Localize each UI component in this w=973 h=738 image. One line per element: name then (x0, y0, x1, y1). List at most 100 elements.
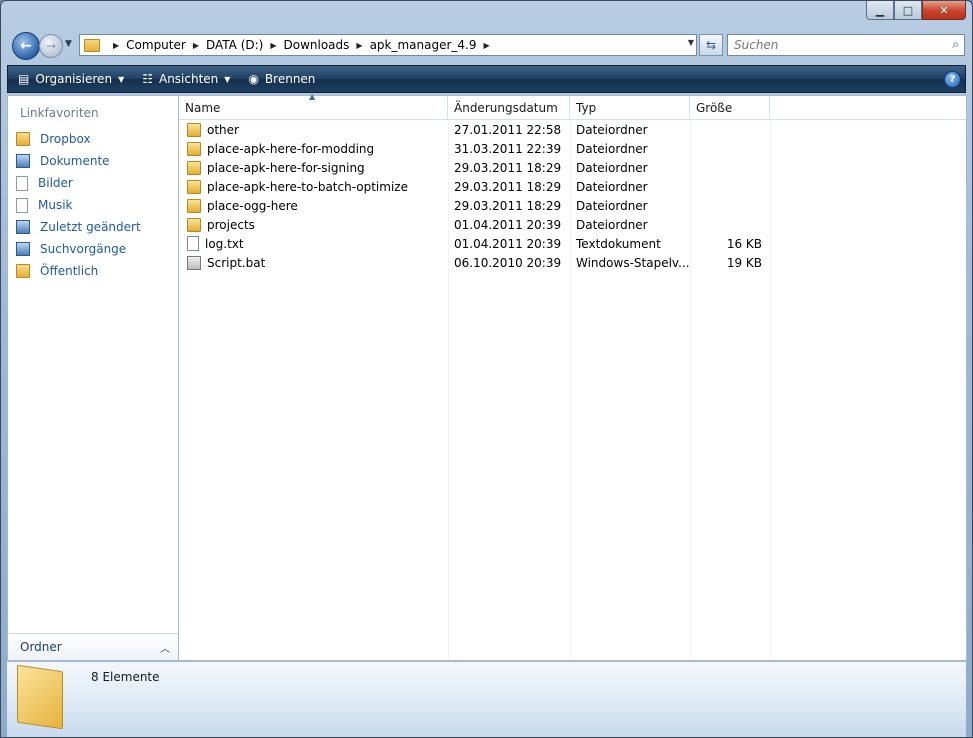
favorites-heading: Linkfavoriten (20, 106, 99, 120)
help-icon: ? (949, 74, 956, 85)
folder-icon (16, 132, 30, 146)
folder-icon (187, 198, 201, 213)
file-row[interactable]: place-apk-here-for-signing 29.03.2011 18… (179, 158, 770, 177)
organize-label: Organisieren (35, 72, 113, 86)
burn-button[interactable]: ◉ Brennen (248, 72, 315, 86)
breadcrumb-label: Computer (126, 38, 186, 52)
file-name: place-apk-here-for-signing (207, 160, 365, 175)
sidebar-item-label: Suchvorgänge (40, 242, 127, 256)
music-icon (16, 197, 28, 213)
column-header-name[interactable]: ▲ Name (179, 92, 448, 119)
sidebar-item-label: Öffentlich (40, 264, 99, 278)
folder-icon (84, 38, 100, 52)
close-button[interactable]: ✕ (922, 1, 966, 20)
folder-icon (17, 664, 63, 730)
file-type: Dateiordner (576, 217, 648, 232)
breadcrumb-drive[interactable]: DATA (D:) ▶ (206, 38, 284, 52)
file-type: Dateiordner (576, 122, 648, 137)
file-date: 27.01.2011 22:58 (454, 122, 562, 137)
folder-icon (187, 141, 201, 156)
file-row[interactable]: log.txt 01.04.2011 20:39 Textdokument 16… (179, 234, 770, 253)
file-type: Dateiordner (576, 198, 648, 213)
forward-button[interactable]: → (39, 34, 63, 58)
organize-icon: ▤ (18, 72, 30, 86)
text-file-icon (187, 236, 199, 251)
chevron-right-icon: ▶ (192, 40, 199, 50)
file-row[interactable]: place-apk-here-to-batch-optimize 29.03.2… (179, 177, 770, 196)
chevron-right-icon: ▶ (483, 40, 490, 50)
sidebar-item-label: Musik (38, 198, 73, 212)
favorites-list: Dropbox Dokumente Bilder Musik Zuletzt g… (8, 128, 178, 282)
folders-toggle[interactable]: Ordner ︿ (8, 633, 178, 660)
sidebar-item-music[interactable]: Musik (8, 194, 178, 216)
file-name: place-ogg-here (207, 198, 298, 213)
refresh-icon: ⇆ (705, 38, 717, 52)
folder-icon (187, 179, 201, 194)
refresh-button[interactable]: ⇆ (699, 34, 723, 56)
details-pane: 8 Elemente (7, 661, 966, 737)
searches-icon (16, 242, 30, 256)
sidebar-item-pictures[interactable]: Bilder (8, 172, 178, 194)
organize-button[interactable]: ▤ Organisieren ▼ (18, 72, 124, 86)
sidebar-item-searches[interactable]: Suchvorgänge (8, 238, 178, 260)
folder-icon (187, 160, 201, 175)
file-name: other (207, 122, 239, 137)
folder-icon (187, 122, 201, 137)
documents-icon (16, 154, 30, 168)
chevron-down-icon: ▼ (118, 74, 125, 84)
views-icon: ☷ (142, 72, 153, 86)
file-list-pane: ▲ Name Änderungsdatum Typ Größe other 27… (179, 92, 967, 661)
file-name: place-apk-here-to-batch-optimize (207, 179, 408, 194)
search-icon[interactable]: ⌕ (952, 37, 959, 52)
views-button[interactable]: ☷ Ansichten ▼ (142, 72, 230, 86)
maximize-button[interactable]: □ (894, 1, 922, 20)
breadcrumb-downloads[interactable]: Downloads ▶ (284, 38, 370, 52)
file-type: Dateiordner (576, 179, 648, 194)
file-row[interactable]: Script.bat 06.10.2010 20:39 Windows-Stap… (179, 253, 770, 272)
file-row[interactable]: place-ogg-here 29.03.2011 18:29 Dateiord… (179, 196, 770, 215)
address-bar[interactable]: ▶ Computer ▶ DATA (D:) ▶ Downloads ▶ apk_ma… (79, 34, 697, 56)
column-label: Typ (576, 100, 597, 115)
help-button[interactable]: ? (944, 71, 961, 88)
breadcrumb-apk-manager[interactable]: apk_manager_4.9 ▶ (370, 38, 497, 52)
sidebar-item-recent[interactable]: Zuletzt geändert (8, 216, 178, 238)
file-type: Dateiordner (576, 141, 648, 156)
sidebar-item-documents[interactable]: Dokumente (8, 150, 178, 172)
file-name: Script.bat (207, 255, 266, 270)
file-row[interactable]: place-apk-here-for-modding 31.03.2011 22… (179, 139, 770, 158)
file-row[interactable]: other 27.01.2011 22:58 Dateiordner (179, 120, 770, 139)
column-headers: ▲ Name Änderungsdatum Typ Größe (179, 92, 966, 120)
search-box[interactable]: ⌕ (727, 34, 965, 56)
file-row[interactable]: projects 01.04.2011 20:39 Dateiordner (179, 215, 770, 234)
chevron-right-icon: ▶ (356, 40, 363, 50)
breadcrumb-root-arrow[interactable]: ▶ (106, 41, 126, 50)
search-input[interactable] (732, 37, 936, 53)
batch-file-icon (187, 255, 201, 270)
address-dropdown-icon[interactable]: ▼ (688, 38, 694, 47)
minimize-button[interactable]: ▁ (866, 1, 894, 20)
caption-buttons: ▁ □ ✕ (866, 1, 966, 21)
recent-pages-dropdown[interactable]: ▼ (65, 39, 72, 49)
column-label: Änderungsdatum (454, 100, 558, 115)
sidebar-item-label: Dokumente (40, 154, 110, 168)
breadcrumb-computer[interactable]: Computer ▶ (126, 38, 206, 52)
sidebar-item-label: Zuletzt geändert (40, 220, 141, 234)
column-header-size[interactable]: Größe (690, 96, 770, 119)
folders-label: Ordner (20, 640, 62, 654)
folder-icon (187, 217, 201, 232)
file-date: 29.03.2011 18:29 (454, 198, 562, 213)
sidebar-item-dropbox[interactable]: Dropbox (8, 128, 178, 150)
file-type: Dateiordner (576, 160, 648, 175)
column-header-date[interactable]: Änderungsdatum (448, 96, 570, 119)
file-date: 01.04.2011 20:39 (454, 236, 562, 251)
back-button[interactable]: ← (12, 32, 40, 60)
chevron-right-icon: ▶ (270, 40, 277, 50)
arrow-right-icon: → (45, 39, 57, 53)
folder-icon (16, 264, 30, 278)
column-header-type[interactable]: Typ (570, 96, 690, 119)
navigation-pane: Linkfavoriten Dropbox Dokumente Bilder M… (7, 95, 179, 661)
arrow-left-icon: ← (20, 38, 32, 54)
breadcrumb-label: DATA (D:) (205, 38, 264, 52)
file-date: 29.03.2011 18:29 (454, 160, 562, 175)
sidebar-item-public[interactable]: Öffentlich (8, 260, 178, 282)
